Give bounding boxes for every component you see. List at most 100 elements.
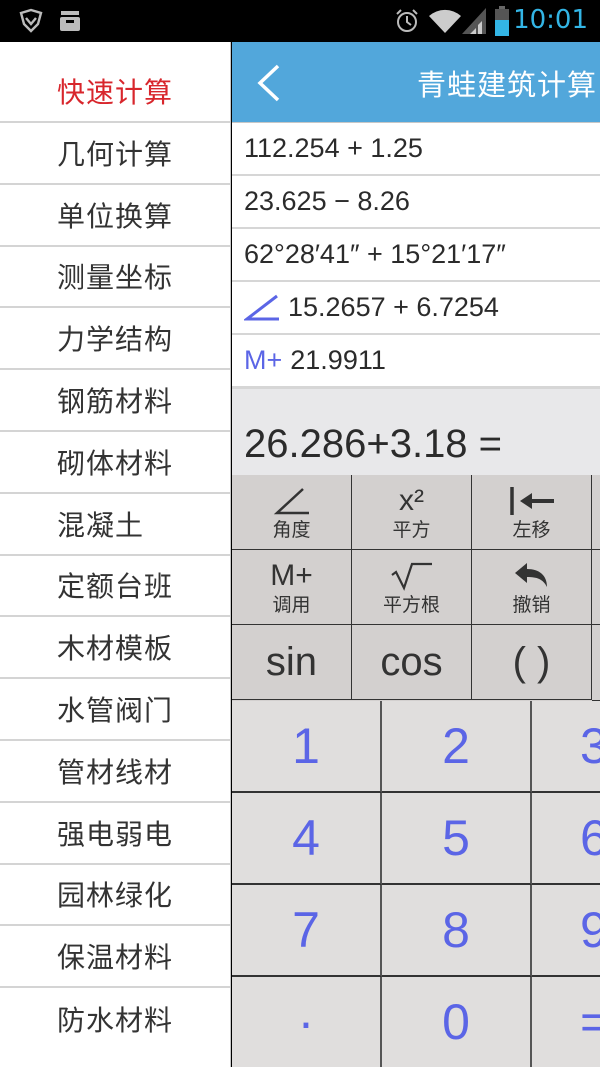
sidebar-item-label: 测量坐标 — [57, 261, 174, 295]
sidebar-item-label: 钢筋材料 — [57, 385, 174, 419]
move-left-icon — [508, 483, 556, 519]
sidebar-item-label: 定额台班 — [57, 570, 174, 604]
digit-2-key[interactable]: 2 — [382, 701, 532, 793]
sidebar-item-insulation[interactable]: 保温材料 — [0, 926, 230, 989]
sidebar-item-waterproofing[interactable]: 防水材料 — [0, 988, 230, 1050]
sidebar-item-label: 单位换算 — [57, 199, 174, 233]
parentheses-key[interactable]: ( ) — [472, 625, 592, 700]
key-symbol: sin — [265, 639, 318, 684]
alarm-icon — [394, 8, 420, 38]
key-symbol: 1 — [292, 718, 320, 774]
digit-5-key[interactable]: 5 — [382, 793, 532, 885]
cos-key[interactable]: cos — [352, 625, 472, 700]
sidebar-item-timber[interactable]: 木材模板 — [0, 617, 230, 680]
key-symbol: = — [580, 994, 600, 1050]
digit-1-key[interactable]: 1 — [232, 701, 382, 793]
history-item[interactable]: 15.2657 + 6.7254 — [232, 282, 600, 335]
key-label: 平方 — [392, 519, 431, 541]
sidebar-item-label: 木材模板 — [57, 632, 174, 666]
digit-0-key[interactable]: 0 — [382, 977, 532, 1067]
key-symbol: 5 — [442, 810, 470, 866]
key-label: 左移 — [512, 519, 551, 541]
history-item[interactable]: M+ 21.9911 — [232, 335, 600, 388]
key-symbol: x² — [399, 484, 424, 517]
sidebar-item-unit-conversion[interactable]: 单位换算 — [0, 185, 230, 247]
function-key-partial[interactable] — [592, 625, 600, 701]
sidebar-item-label: 几何计算 — [57, 137, 174, 171]
key-label: 角度 — [272, 519, 311, 541]
sidebar-item-label: 混凝土 — [57, 508, 145, 542]
clock: 10:01 — [513, 5, 588, 35]
digit-3-key[interactable]: 3 — [532, 701, 600, 793]
sidebar-item-rebar[interactable]: 钢筋材料 — [0, 370, 230, 432]
back-button[interactable] — [250, 60, 290, 106]
key-symbol: 8 — [442, 902, 470, 958]
angle-key[interactable]: 角度 — [232, 475, 352, 550]
digit-9-key[interactable]: 9 — [532, 885, 600, 977]
sidebar-item-quick-calc[interactable]: 快速计算 — [0, 42, 230, 123]
sidebar-item-tubing-wire[interactable]: 管材线材 — [0, 741, 230, 803]
key-symbol: 6 — [580, 810, 600, 866]
key-symbol: 3 — [580, 718, 600, 774]
sidebar-item-quota[interactable]: 定额台班 — [0, 556, 230, 618]
shield-icon — [18, 8, 44, 38]
key-label: 平方根 — [382, 594, 440, 616]
square-key[interactable]: x² 平方 — [352, 475, 472, 550]
key-symbol: 9 — [580, 902, 600, 958]
key-symbol: M+ — [270, 559, 313, 592]
key-symbol: 0 — [442, 994, 470, 1050]
digit-4-key[interactable]: 4 — [232, 793, 382, 885]
history-text: 112.254 + 1.25 — [244, 133, 423, 163]
sin-key[interactable]: sin — [232, 625, 352, 700]
history-item[interactable]: 23.625 − 8.26 — [232, 176, 600, 229]
wifi-icon — [428, 8, 462, 38]
sidebar-item-label: 水管阀门 — [57, 694, 174, 728]
history-text: 62°28′41″ + 15°21′17″ — [244, 239, 506, 269]
sidebar-item-pipes-valves[interactable]: 水管阀门 — [0, 679, 230, 741]
sidebar-item-electrical[interactable]: 强电弱电 — [0, 803, 230, 865]
signal-icon — [462, 8, 486, 38]
sidebar-item-geometry[interactable]: 几何计算 — [0, 123, 230, 185]
sidebar-item-survey-coords[interactable]: 测量坐标 — [0, 247, 230, 309]
calculator-panel: 青蛙建筑计算 112.254 + 1.25 23.625 − 8.26 62°2… — [232, 42, 600, 1067]
move-left-key[interactable]: 左移 — [472, 475, 592, 550]
digit-6-key[interactable]: 6 — [532, 793, 600, 885]
sidebar-item-masonry[interactable]: 砌体材料 — [0, 432, 230, 494]
sidebar-item-label: 强电弱电 — [57, 817, 174, 851]
square-root-key[interactable]: 平方根 — [352, 550, 472, 625]
sidebar-item-concrete[interactable]: 混凝土 — [0, 494, 230, 556]
sidebar-item-label: 管材线材 — [57, 755, 174, 789]
key-symbol: 4 — [292, 810, 320, 866]
sidebar-item-label: 砌体材料 — [57, 446, 174, 480]
history-item[interactable]: 62°28′41″ + 15°21′17″ — [232, 229, 600, 282]
sidebar-item-label: 力学结构 — [57, 323, 174, 357]
history-text: 21.9911 — [290, 345, 386, 375]
digit-7-key[interactable]: 7 — [232, 885, 382, 977]
battery-icon — [494, 6, 510, 40]
key-symbol: 2 — [442, 718, 470, 774]
undo-key[interactable]: 撤销 — [472, 550, 592, 625]
category-sidebar: 快速计算 几何计算 单位换算 测量坐标 力学结构 钢筋材料 砌体材料 混凝土 定… — [0, 42, 231, 1067]
decimal-point-key[interactable]: · — [232, 977, 382, 1067]
page-title: 青蛙建筑计算 — [417, 68, 598, 102]
sidebar-item-mechanics[interactable]: 力学结构 — [0, 308, 230, 371]
angle-icon — [244, 294, 280, 322]
sidebar-item-label: 防水材料 — [57, 1004, 174, 1038]
chevron-left-icon — [257, 64, 280, 102]
key-symbol: cos — [380, 639, 443, 684]
key-symbol: · — [297, 994, 315, 1050]
sidebar-item-landscape[interactable]: 园林绿化 — [0, 865, 230, 927]
square-root-icon — [390, 558, 434, 594]
inbox-icon — [58, 9, 82, 37]
history-text: 15.2657 + 6.7254 — [288, 292, 499, 322]
key-label: 撤销 — [512, 594, 551, 616]
memory-recall-key[interactable]: M+ 调用 — [232, 550, 352, 625]
function-key-partial[interactable] — [592, 550, 600, 625]
history-item[interactable]: 112.254 + 1.25 — [232, 123, 600, 176]
memory-prefix: M+ — [244, 345, 283, 375]
expression-text: 26.286+3.18 = — [244, 421, 503, 466]
digit-8-key[interactable]: 8 — [382, 885, 532, 977]
function-key-partial[interactable] — [592, 475, 600, 550]
equals-key[interactable]: = — [532, 977, 600, 1067]
number-keypad: 1 2 3 4 5 6 7 8 9 · 0 = — [232, 701, 600, 1067]
